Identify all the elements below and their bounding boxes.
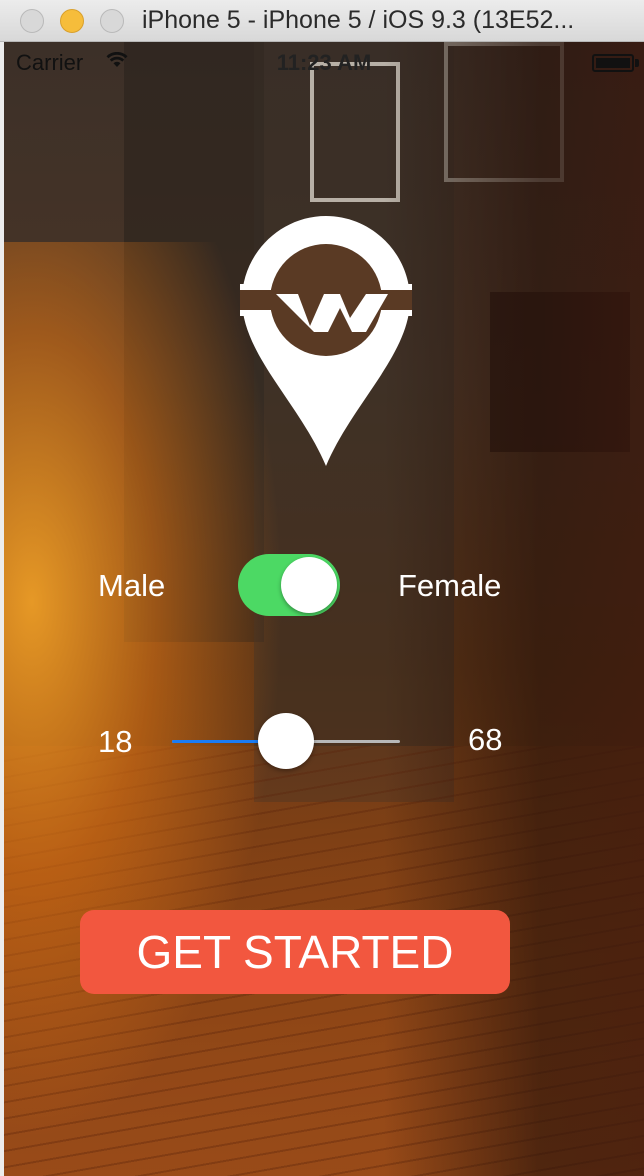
window-title: iPhone 5 - iPhone 5 / iOS 9.3 (13E52... bbox=[142, 6, 575, 34]
minimize-window-button[interactable] bbox=[60, 9, 84, 33]
gender-toggle[interactable] bbox=[238, 554, 340, 616]
status-bar: Carrier 11:23 AM bbox=[4, 42, 644, 82]
simulator-window: iPhone 5 - iPhone 5 / iOS 9.3 (13E52... … bbox=[0, 0, 644, 1176]
app-screen: Carrier 11:23 AM Male Female 18 68 GET S… bbox=[4, 42, 644, 1176]
battery-icon bbox=[592, 54, 634, 72]
age-slider[interactable] bbox=[172, 713, 400, 769]
male-label: Male bbox=[98, 568, 166, 603]
status-time: 11:23 AM bbox=[276, 50, 372, 75]
title-bar: iPhone 5 - iPhone 5 / iOS 9.3 (13E52... bbox=[0, 0, 644, 42]
zoom-window-button[interactable] bbox=[100, 9, 124, 33]
close-window-button[interactable] bbox=[20, 9, 44, 33]
female-label: Female bbox=[398, 568, 502, 603]
age-max-label: 68 bbox=[468, 722, 503, 757]
get-started-button[interactable]: GET STARTED bbox=[80, 910, 510, 994]
gender-toggle-knob[interactable] bbox=[281, 557, 337, 613]
age-min-label: 18 bbox=[98, 724, 133, 759]
map-pin-w-logo-icon bbox=[240, 214, 412, 473]
age-slider-thumb[interactable] bbox=[258, 713, 314, 769]
